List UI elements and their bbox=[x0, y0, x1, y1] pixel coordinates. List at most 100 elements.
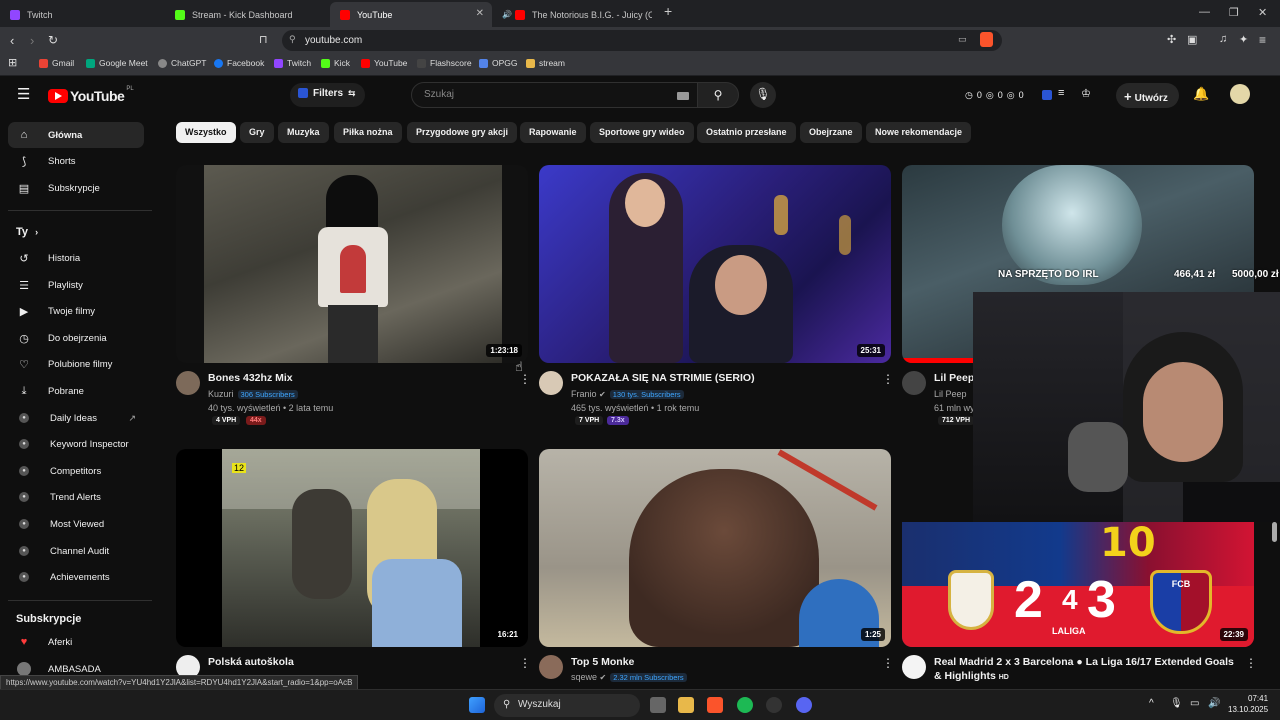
filters-button[interactable]: Filters ⇆ bbox=[290, 83, 365, 107]
video-thumbnail[interactable]: 1:25 bbox=[539, 449, 891, 647]
more-options-icon[interactable]: ⋮ bbox=[882, 372, 894, 386]
chevron-up-icon[interactable]: ^ bbox=[1149, 698, 1154, 709]
video-title[interactable]: Bones 432hz Mix bbox=[208, 371, 293, 385]
clock[interactable]: 07:41 13.10.2025 bbox=[1228, 693, 1268, 715]
video-thumbnail[interactable]: 25:31 bbox=[539, 165, 891, 363]
volume-icon[interactable]: 🔊 bbox=[1208, 698, 1220, 709]
channel-avatar[interactable] bbox=[902, 371, 926, 395]
create-button[interactable]: + Utwórz bbox=[1116, 83, 1179, 108]
close-window-button[interactable]: ✕ bbox=[1258, 6, 1267, 19]
hamburger-menu-icon[interactable]: ☰ bbox=[17, 85, 30, 103]
chip-sports-games[interactable]: Sportowe gry wideo bbox=[590, 122, 694, 143]
bookmark-youtube[interactable]: YouTube bbox=[361, 58, 407, 68]
extensions-icon[interactable]: ✣ bbox=[1167, 33, 1176, 46]
sidebar-item-watch-later[interactable]: ◷ Do obejrzenia bbox=[8, 325, 144, 351]
video-thumbnail[interactable]: 12 16:21 bbox=[176, 449, 528, 647]
sidebar-item-subscription[interactable]: ♥ Aferki bbox=[8, 629, 144, 655]
channel-name[interactable]: Franio ✔ 130 tys. Subscribers bbox=[571, 389, 684, 399]
tab-juicy[interactable]: 🔊 The Notorious B.I.G. - Juicy (Offic bbox=[492, 2, 657, 27]
media-icon[interactable]: ♫ bbox=[1219, 33, 1227, 45]
list-icon[interactable]: ≡ bbox=[1058, 87, 1064, 99]
menu-icon[interactable]: ≡ bbox=[1259, 33, 1266, 47]
tab-twitch[interactable]: Twitch bbox=[0, 2, 165, 27]
brave-icon[interactable] bbox=[707, 697, 723, 713]
tab-youtube[interactable]: YouTube ✕ bbox=[330, 2, 492, 27]
channel-avatar[interactable] bbox=[539, 655, 563, 679]
channel-avatar[interactable] bbox=[902, 655, 926, 679]
more-options-icon[interactable]: ⋮ bbox=[1245, 656, 1257, 670]
network-icon[interactable]: ▭ bbox=[1190, 698, 1199, 709]
microphone-icon[interactable]: 🎙 bbox=[1170, 698, 1183, 709]
spotify-icon[interactable] bbox=[737, 697, 753, 713]
extension-icon[interactable] bbox=[1042, 90, 1052, 100]
sidebar-item-your-videos[interactable]: ▶ Twoje filmy bbox=[8, 298, 144, 324]
bookmark-google-meet[interactable]: Google Meet bbox=[86, 58, 148, 68]
tab-kick-dashboard[interactable]: Stream - Kick Dashboard bbox=[165, 2, 330, 27]
trophy-icon[interactable]: ♔ bbox=[1081, 87, 1091, 100]
cast-icon[interactable]: ▭ bbox=[958, 34, 967, 45]
sidebar-item-trend-alerts[interactable]: ● Trend Alerts bbox=[8, 484, 144, 510]
reload-button[interactable]: ↻ bbox=[48, 33, 58, 47]
apps-icon[interactable]: ⊞ bbox=[8, 56, 17, 69]
sidebar-icon[interactable]: ▣ bbox=[1187, 33, 1197, 46]
sidebar-item-playlists[interactable]: ☰ Playlisty bbox=[8, 272, 144, 298]
task-view-icon[interactable] bbox=[650, 697, 666, 713]
bookmark-flashscore[interactable]: Flashscore bbox=[417, 58, 472, 68]
minimize-button[interactable]: — bbox=[1199, 6, 1210, 18]
youtube-logo[interactable]: YouTube PL bbox=[48, 86, 134, 104]
chip-games[interactable]: Gry bbox=[240, 122, 274, 143]
leo-icon[interactable]: ✦ bbox=[1239, 33, 1248, 46]
sidebar-item-history[interactable]: ↺ Historia bbox=[8, 245, 144, 271]
notifications-bell-icon[interactable]: 🔔 bbox=[1193, 86, 1209, 102]
sidebar-item-subscriptions[interactable]: ▤ Subskrypcje bbox=[8, 175, 144, 201]
sidebar-item-keyword-inspector[interactable]: ● Keyword Inspector bbox=[8, 431, 144, 457]
maximize-button[interactable]: ❐ bbox=[1229, 6, 1239, 19]
video-title[interactable]: Real Madrid 2 x 3 Barcelona ● La Liga 16… bbox=[934, 655, 1234, 685]
scrollbar-thumb[interactable] bbox=[1272, 522, 1277, 542]
chip-action-adventure[interactable]: Przygodowe gry akcji bbox=[407, 122, 518, 143]
bookmark-gmail[interactable]: Gmail bbox=[39, 58, 74, 68]
sidebar-item-competitors[interactable]: ● Competitors bbox=[8, 458, 144, 484]
video-title[interactable]: Top 5 Monke bbox=[571, 655, 634, 669]
more-options-icon[interactable]: ⋮ bbox=[882, 656, 894, 670]
search-input[interactable]: Szukaj bbox=[411, 82, 698, 108]
sidebar-item-downloads[interactable]: ⤓ Pobrane bbox=[8, 378, 144, 404]
sidebar-item-achievements[interactable]: ● Achievements bbox=[8, 564, 144, 590]
channel-name[interactable]: sqewe ✔ 2.32 mln Subscribers bbox=[571, 672, 687, 682]
video-title[interactable]: POKAZAŁA SIĘ NA STRIMIE (SERIO) bbox=[571, 371, 755, 385]
more-options-icon[interactable]: ⋮ bbox=[519, 656, 531, 670]
channel-name[interactable]: Kuzuri 306 Subscribers bbox=[208, 389, 298, 399]
video-title[interactable]: Polská autoškola bbox=[208, 655, 294, 669]
url-field[interactable]: ⚲ youtube.com ▭ bbox=[282, 30, 1002, 51]
bookmark-kick[interactable]: Kick bbox=[321, 58, 350, 68]
sidebar-item-shorts[interactable]: ⟆ Shorts bbox=[8, 148, 144, 174]
sidebar-item-daily-ideas[interactable]: ● Daily Ideas ↗ bbox=[8, 405, 144, 431]
close-icon[interactable]: ✕ bbox=[476, 8, 484, 19]
sidebar-item-home[interactable]: ⌂ Główna bbox=[8, 122, 144, 148]
chip-football[interactable]: Piłka nożna bbox=[334, 122, 402, 143]
voice-search-button[interactable]: 🎙 bbox=[750, 82, 776, 108]
video-thumbnail[interactable]: 10 FCB 2 4 3 LALIGA 22:39 bbox=[902, 522, 1254, 647]
sidebar-item-channel-audit[interactable]: ● Channel Audit bbox=[8, 538, 144, 564]
sidebar-item-most-viewed[interactable]: ● Most Viewed bbox=[8, 511, 144, 537]
forward-button[interactable]: › bbox=[30, 33, 34, 48]
chip-rap[interactable]: Rapowanie bbox=[520, 122, 586, 143]
bookmark-icon[interactable]: ⊓ bbox=[259, 33, 268, 46]
discord-icon[interactable] bbox=[796, 697, 812, 713]
site-info-icon[interactable]: ⚲ bbox=[289, 34, 296, 45]
chip-all[interactable]: Wszystko bbox=[176, 122, 236, 143]
taskbar-search[interactable]: ⚲ Wyszukaj bbox=[494, 694, 640, 717]
back-button[interactable]: ‹ bbox=[10, 33, 14, 48]
you-section-header[interactable]: Ty › bbox=[16, 226, 38, 238]
channel-name[interactable]: Lil Peep bbox=[934, 389, 967, 399]
chip-music[interactable]: Muzyka bbox=[278, 122, 329, 143]
bookmark-stream[interactable]: stream bbox=[526, 58, 565, 68]
video-title[interactable]: Lil Peep bbox=[934, 371, 974, 385]
app-icon[interactable] bbox=[766, 697, 782, 713]
windows-start-icon[interactable] bbox=[469, 697, 485, 713]
chip-recently-uploaded[interactable]: Ostatnio przesłane bbox=[697, 122, 796, 143]
bookmark-opgg[interactable]: OPGG bbox=[479, 58, 518, 68]
brave-shields-icon[interactable] bbox=[980, 32, 993, 47]
bookmark-twitch[interactable]: Twitch bbox=[274, 58, 311, 68]
chip-watched[interactable]: Obejrzane bbox=[800, 122, 862, 143]
